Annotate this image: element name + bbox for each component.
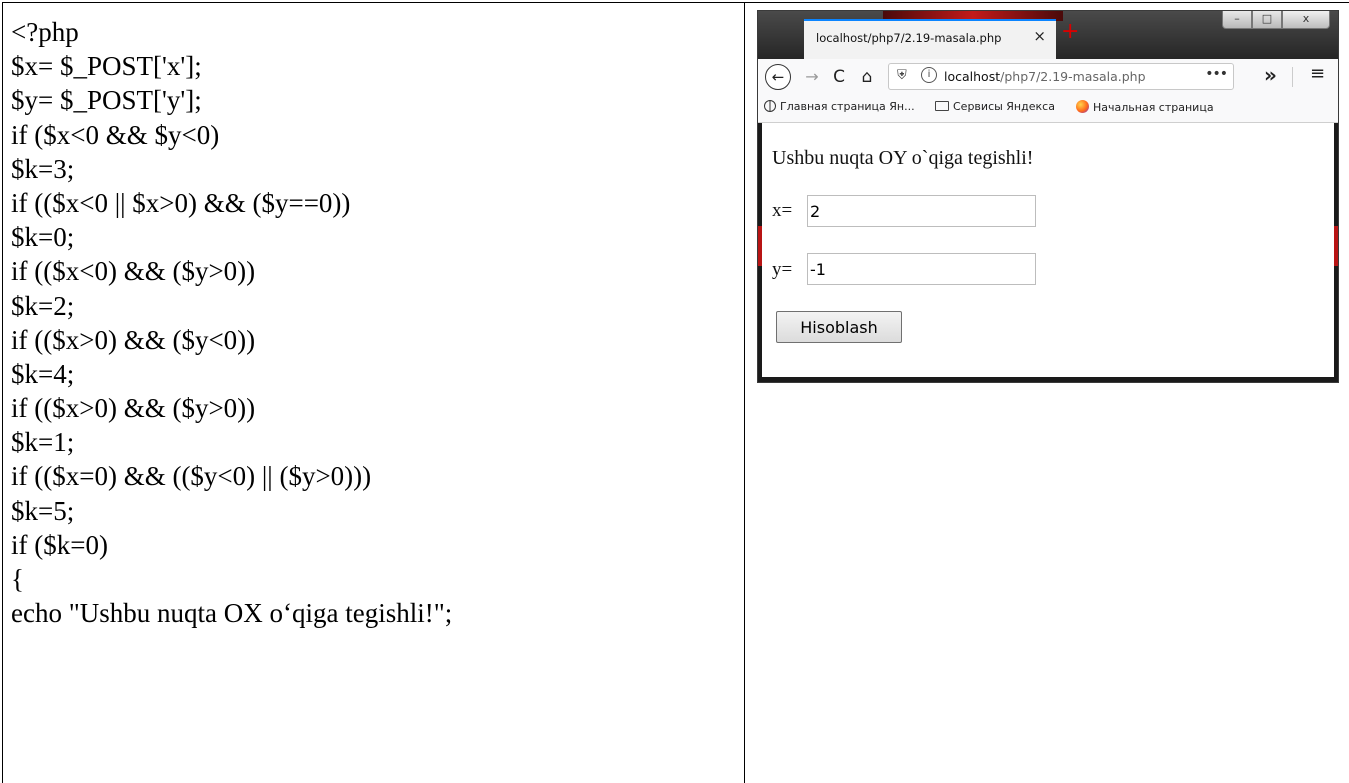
page-content: Ushbu nuqta OY o`qiga tegishli! x= y= Hi… [762, 123, 1334, 377]
code-line: $k=2; [11, 290, 75, 321]
new-tab-button[interactable]: + [1061, 21, 1079, 43]
code-line: $x= $_POST['x']; [11, 51, 202, 82]
code-line: $k=5; [11, 495, 75, 526]
bookmark-label: Главная страница Ян... [780, 100, 915, 113]
globe-icon [764, 100, 776, 112]
browser-titlebar: localhost/php7/2.19-masala.php × + – □ x [758, 11, 1338, 59]
y-label: y= [772, 259, 793, 280]
page-actions-icon[interactable]: ••• [1205, 66, 1228, 82]
x-input[interactable] [807, 195, 1036, 227]
code-line: $k=3; [11, 153, 75, 184]
reload-button[interactable]: C [828, 64, 850, 90]
code-line: $y= $_POST['y']; [11, 85, 202, 116]
bookmark-label: Начальная страница [1093, 101, 1214, 114]
code-line: <?php [11, 17, 79, 47]
browser-tab-active[interactable]: localhost/php7/2.19-masala.php × [804, 19, 1056, 59]
back-button[interactable]: ← [765, 64, 791, 90]
bookmark-label: Сервисы Яндекса [953, 100, 1055, 113]
window-controls: – □ x [1222, 11, 1332, 31]
code-line: echo "Ushbu nuqta OX o‘qiga tegishli!"; [11, 598, 453, 629]
home-button[interactable]: ⌂ [856, 64, 878, 90]
tab-close-icon[interactable]: × [1033, 27, 1046, 45]
minimize-button[interactable]: – [1222, 11, 1252, 29]
code-line: if (($x<0 || $x>0) && ($y==0)) [11, 187, 351, 218]
address-bar[interactable]: ⛨ i localhost/php7/2.19-masala.php ••• [888, 63, 1234, 90]
code-line: $k=0; [11, 222, 75, 253]
close-window-button[interactable]: x [1282, 11, 1330, 29]
code-line: if (($x>0) && ($y<0)) [11, 324, 256, 355]
site-info-icon[interactable]: i [921, 67, 937, 83]
code-line: if ($x<0 && $y<0) [11, 119, 220, 150]
y-input[interactable] [807, 253, 1036, 285]
bookmark-yandex-home[interactable]: Главная страница Ян... [764, 100, 915, 113]
url-host: localhost [944, 69, 1001, 84]
code-line: if ($k=0) [11, 529, 108, 560]
navigation-toolbar: ← → C ⌂ ⛨ i localhost/php7/2.19-masala.p… [758, 59, 1338, 95]
hamburger-menu-button[interactable]: ≡ [1310, 63, 1325, 84]
maximize-button[interactable]: □ [1252, 11, 1282, 29]
code-line: $k=1; [11, 427, 75, 458]
toolbar-separator [1292, 67, 1293, 87]
bookmarks-toolbar: Главная страница Ян... Сервисы Яндекса Н… [758, 95, 1338, 123]
folder-icon [935, 101, 949, 111]
code-line: if (($x=0) && (($y<0) || ($y>0))) [11, 461, 372, 492]
php-code-listing: <?php $x= $_POST['x']; $y= $_POST['y']; … [11, 15, 452, 630]
background-decoration [1334, 226, 1338, 266]
firefox-icon [1076, 100, 1089, 113]
table-column-divider [744, 3, 745, 783]
calculate-button[interactable]: Hisoblash [776, 311, 902, 343]
code-line: $k=4; [11, 358, 75, 389]
url-path: /php7/2.19-masala.php [1000, 69, 1146, 84]
forward-button[interactable]: → [802, 64, 822, 90]
bookmark-yandex-services[interactable]: Сервисы Яндекса [935, 100, 1055, 113]
code-line: if (($x<0) && ($y>0)) [11, 256, 256, 287]
tab-title: localhost/php7/2.19-masala.php [816, 31, 1002, 45]
x-label: x= [772, 200, 793, 221]
tracking-shield-icon[interactable]: ⛨ [897, 68, 907, 83]
code-line: if (($x>0) && ($y>0)) [11, 393, 256, 424]
bookmark-start-page[interactable]: Начальная страница [1076, 100, 1214, 114]
code-line: { [11, 564, 24, 594]
toolbar-overflow-button[interactable]: » [1264, 63, 1277, 87]
url-text: localhost/php7/2.19-masala.php [944, 69, 1146, 84]
browser-window-screenshot: localhost/php7/2.19-masala.php × + – □ x… [757, 10, 1339, 383]
result-message: Ushbu nuqta OY o`qiga tegishli! [772, 147, 1034, 169]
